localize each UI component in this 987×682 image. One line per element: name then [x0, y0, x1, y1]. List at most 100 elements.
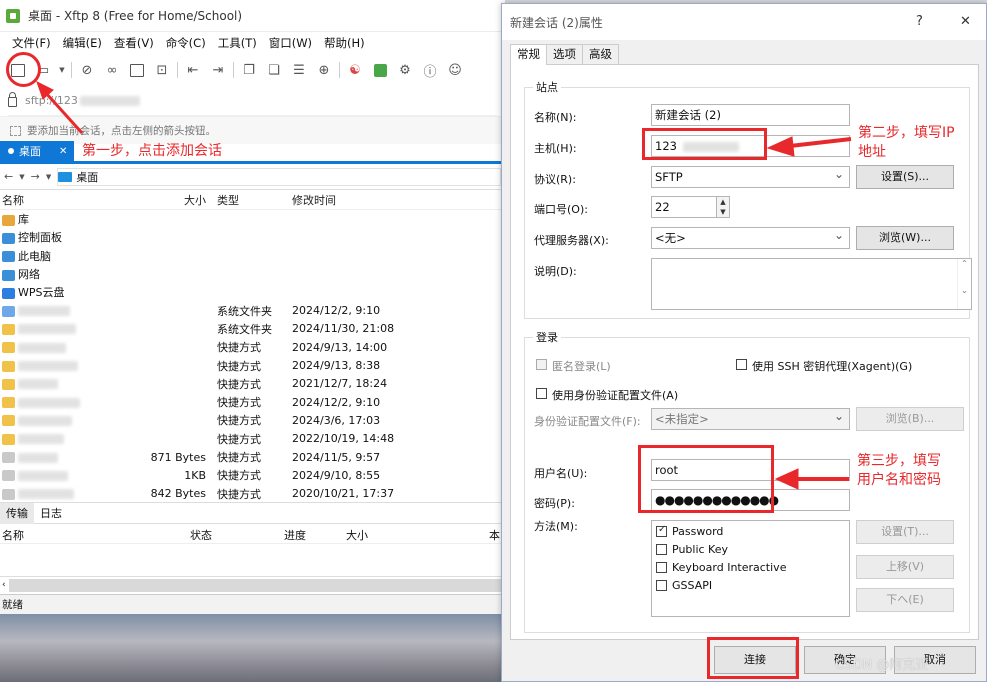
- transfer-col-more[interactable]: 本: [489, 527, 500, 543]
- column-name[interactable]: 名称: [0, 192, 140, 208]
- file-name-cell: [0, 359, 140, 372]
- upload-icon[interactable]: ⇤: [183, 60, 203, 80]
- column-date[interactable]: 修改时间: [288, 192, 505, 208]
- disconnect-icon[interactable]: ⊘: [77, 60, 97, 80]
- proxy-select[interactable]: <无>: [651, 225, 850, 249]
- file-row[interactable]: 1KB 快捷方式 2024/9/10, 8:55: [0, 466, 505, 484]
- file-type-cell: 快捷方式: [217, 359, 261, 373]
- file-row[interactable]: 快捷方式 2021/12/7, 18:24: [0, 375, 505, 393]
- blurred-file-name: [18, 397, 80, 408]
- proxy-browse-button[interactable]: 浏览(W)...: [856, 226, 954, 250]
- xshell-icon[interactable]: ☯: [345, 60, 365, 80]
- auth-profile-file-select[interactable]: <未指定>: [651, 406, 850, 430]
- menu-edit[interactable]: 编辑(E): [57, 35, 108, 51]
- auth-profile-browse-button[interactable]: 浏览(B)...: [856, 407, 964, 431]
- method-settings-button[interactable]: 设置(T)...: [856, 520, 954, 544]
- globe-icon[interactable]: ⊕: [314, 60, 334, 80]
- download-icon[interactable]: ⇥: [208, 60, 228, 80]
- column-size[interactable]: 大小: [140, 192, 212, 208]
- transfer-icon[interactable]: ⊡: [152, 60, 172, 80]
- file-row[interactable]: 系统文件夹 2024/12/2, 9:10: [0, 301, 505, 319]
- column-type[interactable]: 类型: [212, 192, 288, 208]
- file-row[interactable]: 系统文件夹 2024/11/30, 21:08: [0, 320, 505, 338]
- menu-tools[interactable]: 工具(T): [212, 35, 263, 51]
- file-row[interactable]: 网络: [0, 265, 505, 283]
- file-row[interactable]: 快捷方式 2024/9/13, 8:38: [0, 356, 505, 374]
- address-bar[interactable]: sftp://123: [8, 86, 497, 116]
- name-field[interactable]: 新建会话 (2): [651, 104, 850, 126]
- file-row[interactable]: 快捷方式 2024/12/2, 9:10: [0, 393, 505, 411]
- tab-advanced[interactable]: 高级: [582, 44, 619, 64]
- scroll-left-icon[interactable]: ‹: [0, 580, 6, 590]
- file-list-header: 名称 大小 类型 修改时间: [0, 190, 505, 210]
- file-date-cell: 2024/11/30, 21:08: [292, 322, 395, 336]
- copy-icon[interactable]: ❐: [239, 60, 259, 80]
- password-label: 密码(P):: [534, 497, 575, 510]
- gear-icon[interactable]: ⚙: [395, 60, 415, 80]
- anonymous-login-checkbox[interactable]: [536, 359, 547, 370]
- menu-file[interactable]: 文件(F): [6, 35, 57, 51]
- file-row[interactable]: 871 Bytes 快捷方式 2024/11/5, 9:57: [0, 448, 505, 466]
- session-icon[interactable]: [127, 60, 147, 80]
- close-icon[interactable]: ✕: [960, 14, 971, 29]
- description-scrollbar[interactable]: ⌃ ⌄: [957, 259, 971, 309]
- file-row[interactable]: 842 Bytes 快捷方式 2020/10/21, 17:37: [0, 484, 505, 502]
- tab-general[interactable]: 常规: [510, 44, 547, 65]
- port-stepper[interactable]: ▲ ▼: [716, 196, 730, 218]
- dropdown-arrow-icon[interactable]: ▼: [58, 60, 66, 80]
- keyboard-interactive-method-checkbox[interactable]: [656, 562, 667, 573]
- transfer-col-name[interactable]: 名称: [0, 527, 190, 543]
- paste-icon[interactable]: ❏: [264, 60, 284, 80]
- step2-annotation: 第二步，填写IP 地址: [858, 125, 955, 160]
- move-down-button[interactable]: 下へ(E): [856, 588, 954, 612]
- file-row[interactable]: 库: [0, 210, 505, 228]
- help-icon[interactable]: ?: [916, 14, 923, 29]
- port-field[interactable]: 22: [651, 196, 717, 218]
- file-row[interactable]: 此电脑: [0, 247, 505, 265]
- forward-icon[interactable]: →: [31, 170, 40, 183]
- auth-profile-checkbox[interactable]: [536, 388, 547, 399]
- link-icon[interactable]: ∞: [102, 60, 122, 80]
- description-field[interactable]: ⌃ ⌄: [651, 258, 972, 310]
- tab-transfer[interactable]: 传输: [0, 502, 34, 524]
- dropdown-icon[interactable]: ▼: [19, 173, 24, 181]
- transfer-col-status[interactable]: 状态: [190, 527, 284, 543]
- horizontal-scrollbar[interactable]: ‹: [0, 576, 505, 593]
- xftp-icon[interactable]: [370, 60, 390, 80]
- file-row[interactable]: 快捷方式 2024/3/6, 17:03: [0, 411, 505, 429]
- transfer-col-progress[interactable]: 进度: [284, 527, 346, 543]
- dropdown-icon[interactable]: ▼: [46, 173, 51, 181]
- move-up-button[interactable]: 上移(V): [856, 555, 954, 579]
- protocol-settings-button[interactable]: 设置(S)...: [856, 165, 954, 189]
- help-icon[interactable]: ⓘ: [420, 60, 440, 80]
- menu-view[interactable]: 查看(V): [108, 35, 160, 51]
- tab-desktop[interactable]: 桌面 ✕: [0, 141, 74, 161]
- ssh-agent-checkbox[interactable]: [736, 359, 747, 370]
- file-row[interactable]: 快捷方式 2022/10/19, 14:48: [0, 430, 505, 448]
- file-row[interactable]: WPS云盘: [0, 283, 505, 301]
- scroll-track[interactable]: [8, 578, 502, 592]
- tab-options[interactable]: 选项: [546, 44, 583, 64]
- feedback-icon[interactable]: ☺: [445, 60, 465, 80]
- tab-log[interactable]: 日志: [34, 505, 68, 521]
- password-method-checkbox[interactable]: [656, 524, 667, 537]
- file-name-cell: [0, 396, 140, 409]
- file-row[interactable]: 快捷方式 2024/9/13, 14:00: [0, 338, 505, 356]
- file-date-cell: 2024/9/10, 8:55: [292, 468, 381, 482]
- menu-command[interactable]: 命令(C): [160, 35, 212, 51]
- list-view-icon[interactable]: ☰: [289, 60, 309, 80]
- tab-close-icon[interactable]: ✕: [59, 146, 67, 157]
- transfer-col-size[interactable]: 大小: [346, 527, 489, 543]
- back-icon[interactable]: ←: [4, 170, 13, 183]
- file-name-cell: [0, 469, 140, 482]
- menu-window[interactable]: 窗口(W): [263, 35, 318, 51]
- gssapi-method-checkbox[interactable]: [656, 580, 667, 591]
- publickey-method-checkbox[interactable]: [656, 544, 667, 555]
- protocol-select[interactable]: SFTP: [651, 164, 850, 188]
- menu-help[interactable]: 帮助(H): [318, 35, 371, 51]
- path-box[interactable]: 桌面: [57, 167, 501, 186]
- tab-dot-icon: [8, 148, 14, 154]
- desktop-folder-icon: [58, 171, 73, 182]
- file-date-cell: 2020/10/21, 17:37: [292, 487, 395, 501]
- file-row[interactable]: 控制面板: [0, 228, 505, 246]
